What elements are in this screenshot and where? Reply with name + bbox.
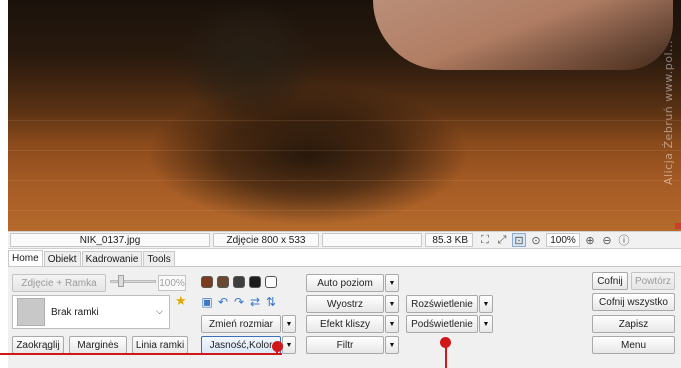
frame-line-button[interactable]: Linia ramki [132, 336, 188, 354]
straighten-icon[interactable]: ⇅ [264, 295, 278, 309]
fit-screen-icon[interactable]: ⛶ [478, 233, 492, 247]
floor-plank [8, 120, 681, 121]
rotate-left-icon[interactable]: ↶ [216, 295, 230, 309]
color-preset-4[interactable] [249, 276, 261, 288]
callout-line-brightness [0, 353, 282, 355]
brightness-dropdown[interactable]: ▼ [282, 336, 296, 354]
resize-button[interactable]: Zmień rozmiar [201, 315, 281, 333]
corner-marker [675, 223, 681, 229]
flip-icon[interactable]: ⇄ [248, 295, 262, 309]
color-preset-5[interactable] [265, 276, 277, 288]
frame-select-value: Brak ramki [51, 306, 99, 318]
filename-field: NIK_0137.jpg [10, 233, 210, 247]
rounded-corners-button[interactable]: Zaokrąglij [12, 336, 64, 354]
filter-dropdown[interactable]: ▼ [385, 336, 399, 354]
brighten-button[interactable]: Rozświetlenie [406, 295, 478, 313]
filter-button[interactable]: Filtr [306, 336, 384, 354]
floor-plank [8, 210, 681, 211]
photo-canvas[interactable]: Alicja Żebruń www.pol... [8, 0, 681, 231]
floor-plank [8, 180, 681, 181]
zoom-level-field[interactable]: 100% [546, 233, 580, 247]
dimensions-field: Zdjęcie 800 x 533 [213, 233, 319, 247]
tab-object[interactable]: Obiekt [43, 251, 81, 266]
color-preset-2[interactable] [217, 276, 229, 288]
sharpen-dropdown[interactable]: ▼ [385, 295, 399, 313]
photo-watermark: Alicja Żebruń www.pol... [662, 40, 675, 185]
favorite-star-icon[interactable]: ★ [175, 293, 187, 309]
hand-shape [373, 0, 673, 70]
actual-size-icon[interactable]: ⤢ [495, 233, 509, 247]
status-bar: NIK_0137.jpg Zdjęcie 800 x 533 85.3 KB ⛶… [8, 231, 681, 249]
color-preset-1[interactable] [201, 276, 213, 288]
floor-plank [8, 150, 681, 151]
redo-button[interactable]: Powtórz [631, 272, 675, 290]
photo-frame-button[interactable]: Zdjęcie + Ramka [12, 274, 106, 292]
backlight-button[interactable]: Podświetlenie [406, 315, 478, 333]
frame-select[interactable]: Brak ramki ⌵ [12, 295, 170, 329]
film-effect-button[interactable]: Efekt kliszy [306, 315, 384, 333]
brighten-dropdown[interactable]: ▼ [479, 295, 493, 313]
zoom-in-icon[interactable]: ⊕ [583, 233, 597, 247]
auto-level-button[interactable]: Auto poziom [306, 274, 384, 292]
zoom-select-icon[interactable]: ⊡ [512, 233, 526, 247]
zoom-fit-icon[interactable]: ⊙ [529, 233, 543, 247]
undo-button[interactable]: Cofnij [592, 272, 628, 290]
tab-home[interactable]: Home [8, 250, 43, 266]
file-size-field: 85.3 KB [425, 233, 473, 247]
brightness-color-button[interactable]: Jasność,Kolor [201, 336, 281, 354]
frame-slider-value: 100% [158, 275, 186, 291]
tab-tools[interactable]: Tools [143, 251, 175, 266]
zoom-out-icon[interactable]: ⊖ [600, 233, 614, 247]
info-icon[interactable]: ⓘ [617, 233, 631, 247]
frame-slider-thumb[interactable] [118, 275, 124, 287]
empty-status-field [322, 233, 422, 247]
callout-line-backlight [445, 346, 447, 368]
rotate-image-icon[interactable]: ▣ [200, 295, 214, 309]
backlight-dropdown[interactable]: ▼ [479, 315, 493, 333]
resize-dropdown[interactable]: ▼ [282, 315, 296, 333]
rotate-right-icon[interactable]: ↷ [232, 295, 246, 309]
auto-level-dropdown[interactable]: ▼ [385, 274, 399, 292]
ribbon-tabs: Home Obiekt Kadrowanie Tools [8, 250, 176, 266]
frame-thumbnail [17, 298, 45, 326]
callout-connector-brightness [276, 345, 278, 354]
menu-button[interactable]: Menu [592, 336, 675, 354]
film-effect-dropdown[interactable]: ▼ [385, 315, 399, 333]
sharpen-button[interactable]: Wyostrz [306, 295, 384, 313]
frame-slider-track[interactable] [110, 280, 156, 283]
chevron-down-icon: ⌵ [156, 306, 163, 316]
color-preset-3[interactable] [233, 276, 245, 288]
save-button[interactable]: Zapisz [592, 315, 675, 333]
undo-all-button[interactable]: Cofnij wszystko [592, 293, 675, 311]
margins-button[interactable]: Marginės [69, 336, 127, 354]
zoom-controls: ⛶ ⤢ ⊡ ⊙ 100% ⊕ ⊖ ⓘ [478, 233, 631, 247]
tab-crop[interactable]: Kadrowanie [81, 251, 143, 266]
